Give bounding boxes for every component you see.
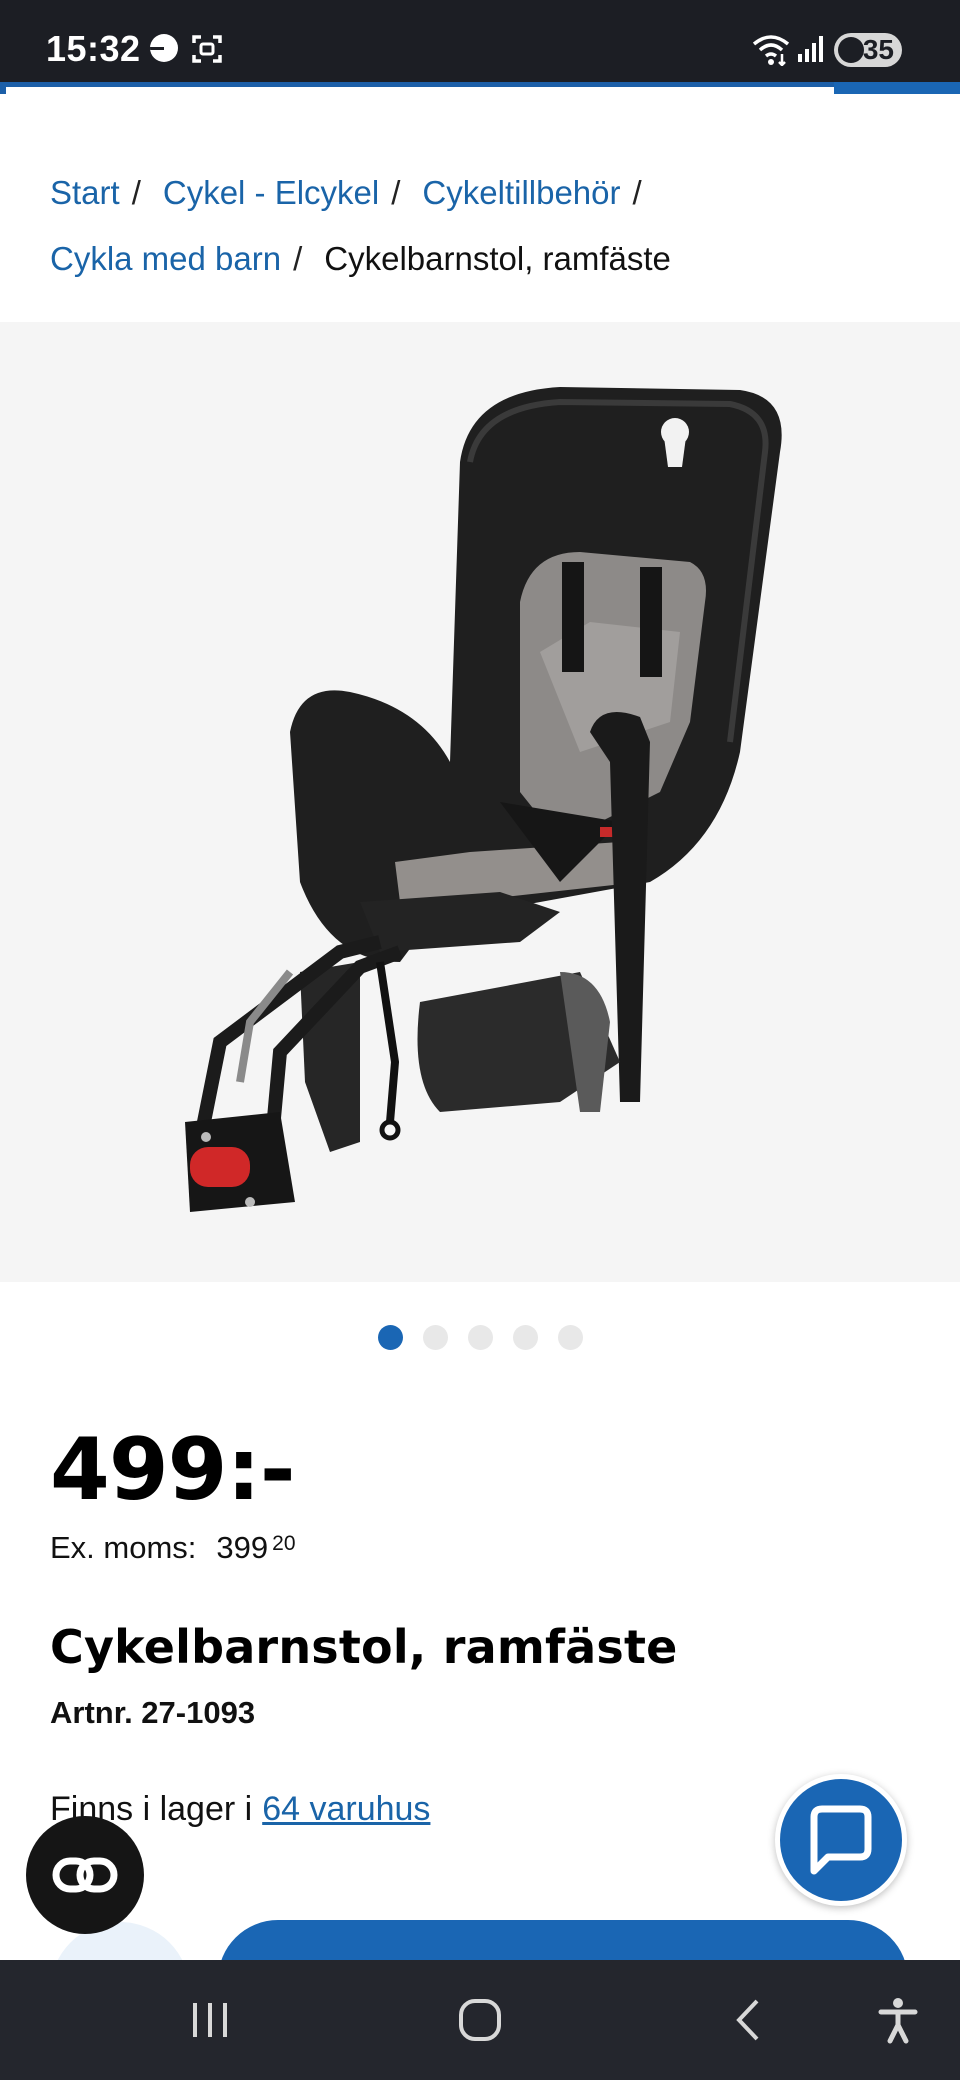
chat-button[interactable] bbox=[775, 1774, 907, 1906]
breadcrumb-row: Start / Cykel - Elcykel / Cykeltillbehör… bbox=[50, 160, 930, 226]
breadcrumb-cykeltillbehor[interactable]: Cykeltillbehör bbox=[422, 160, 620, 226]
gallery-dot-2[interactable] bbox=[422, 1325, 448, 1350]
gallery-dot-4[interactable] bbox=[512, 1325, 538, 1350]
breadcrumb-separator: / bbox=[293, 240, 303, 277]
ex-vat-label: Ex. moms: bbox=[50, 1530, 197, 1565]
status-time: 15:32 bbox=[46, 28, 141, 69]
system-navigation-bar bbox=[0, 1960, 960, 2080]
screenshot-icon bbox=[192, 35, 222, 63]
compare-button[interactable] bbox=[26, 1816, 144, 1934]
product-image-gallery[interactable] bbox=[0, 322, 960, 1282]
breadcrumb-separator: / bbox=[131, 174, 141, 211]
gallery-dot-5[interactable] bbox=[557, 1325, 583, 1350]
breadcrumb-cykel-elcykel[interactable]: Cykel - Elcykel bbox=[163, 160, 379, 226]
header-cart-edge[interactable] bbox=[834, 82, 960, 94]
header-left-edge bbox=[0, 82, 6, 94]
breadcrumb-start[interactable]: Start bbox=[50, 160, 120, 226]
product-price: 499:- bbox=[50, 1420, 296, 1520]
site-header-edge bbox=[0, 82, 960, 94]
do-not-disturb-icon bbox=[150, 34, 178, 62]
breadcrumb-current: Cykelbarnstol, ramfäste bbox=[324, 240, 671, 277]
back-icon bbox=[736, 1999, 759, 2041]
product-title: Cykelbarnstol, ramfäste bbox=[50, 1620, 678, 1674]
recent-apps-button[interactable] bbox=[170, 1960, 250, 2080]
accessibility-button[interactable] bbox=[858, 1960, 938, 2080]
battery-indicator: 35 bbox=[834, 33, 902, 67]
back-button[interactable] bbox=[710, 1960, 790, 2080]
recent-apps-icon bbox=[193, 2003, 227, 2037]
signal-icon bbox=[798, 36, 823, 62]
accessibility-icon bbox=[878, 1998, 918, 2044]
home-button[interactable] bbox=[440, 1960, 520, 2080]
ex-vat-decimals: 20 bbox=[272, 1532, 296, 1555]
gallery-dot-1[interactable] bbox=[377, 1325, 403, 1350]
header-border bbox=[0, 82, 960, 87]
stores-link[interactable]: 64 varuhus bbox=[262, 1790, 430, 1828]
chat-icon bbox=[810, 1805, 872, 1875]
battery-saver-icon bbox=[838, 37, 864, 63]
gallery-pagination bbox=[0, 1325, 960, 1351]
article-number: Artnr. 27-1093 bbox=[50, 1695, 256, 1730]
price-ex-vat: Ex. moms: 399 20 bbox=[50, 1530, 296, 1566]
breadcrumb-separator: / bbox=[391, 174, 401, 211]
compare-icon bbox=[52, 1857, 118, 1893]
gallery-dot-3[interactable] bbox=[467, 1325, 493, 1350]
breadcrumb: Start / Cykel - Elcykel / Cykeltillbehör… bbox=[50, 160, 930, 292]
breadcrumb-row: Cykla med barn / Cykelbarnstol, ramfäste bbox=[50, 226, 930, 292]
status-bar: 15:32 35 bbox=[0, 0, 960, 82]
battery-level: 35 bbox=[862, 34, 894, 65]
ex-vat-value: 399 bbox=[216, 1530, 269, 1565]
breadcrumb-cykla-med-barn[interactable]: Cykla med barn bbox=[50, 226, 281, 292]
child-bike-seat-image bbox=[185, 387, 782, 1212]
breadcrumb-separator: / bbox=[632, 174, 642, 211]
home-icon bbox=[459, 1999, 501, 2041]
wifi-icon bbox=[752, 35, 790, 66]
